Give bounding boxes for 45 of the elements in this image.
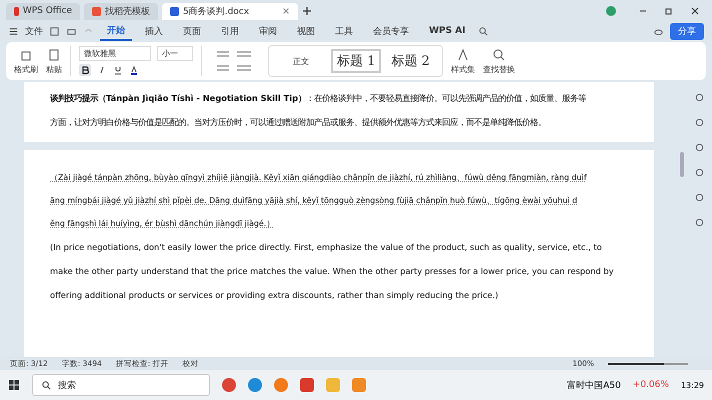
share-button[interactable]: 分享 [670, 22, 704, 40]
style-preset[interactable]: 正文 [277, 54, 325, 68]
find-replace-button[interactable]: 查找替换 [482, 48, 515, 74]
style-preset[interactable]: 标题 2 [387, 51, 434, 71]
paste-button[interactable]: 粘贴 [46, 48, 62, 74]
ribbon-tab[interactable]: 引用 [214, 22, 246, 40]
stock-change: +0.06% [632, 380, 669, 390]
search-icon [41, 380, 52, 390]
stock-name: 富时中国A50 [567, 380, 621, 392]
body-text: make the other party understand that the price matches the value. When the other party presses for a lower price, you can respond by [50, 265, 615, 278]
wps-ai-tab[interactable]: WPS AI [422, 24, 472, 38]
body-text: 谈判技巧提示（Tánpàn Jìqiǎo Tíshì - Negotiation Skill Tip）：在价格谈判中，不要轻易直接降价。可以先强调产品的价值，如质量、服务等 [50, 92, 588, 105]
body-text: 方面，让对方明白价格与价值是匹配的。当对方压价时，可以通过赠送附加产品或服务、提供额外优惠等方式来回应，而不是单纯降低价格。 [50, 116, 547, 129]
body-text: (In price negotiations, don't easily lower the price directly. First, emphasize the value of the product, such as quality, service, etc., to [50, 241, 603, 254]
style-preset[interactable]: 标题 1 [331, 49, 382, 73]
close-icon[interactable] [690, 6, 700, 16]
clock: 13:29 [680, 380, 704, 390]
underline-icon[interactable] [113, 65, 123, 75]
file-menu[interactable]: 文件 [25, 24, 43, 38]
document-tab[interactable]: WPS Office [6, 2, 80, 20]
body-text: offering additional products or services or providing extra discounts, rather than simply reducing the price.) [50, 289, 500, 302]
ribbon-tab[interactable]: 审阅 [252, 22, 284, 40]
restore-icon[interactable] [664, 6, 674, 16]
search-icon [492, 48, 506, 62]
format-painter-button[interactable]: 格式刷 [14, 48, 38, 74]
size-dropdown[interactable]: 小一 [157, 46, 193, 61]
menu-icon[interactable] [8, 26, 19, 36]
style-set-button[interactable]: 样式集 [450, 48, 475, 74]
ribbon-tab[interactable]: 插入 [138, 22, 170, 40]
font-dropdown[interactable]: 微软雅黑 [79, 46, 151, 61]
ribbon-tab[interactable]: 工具 [328, 22, 360, 40]
font-color-icon[interactable] [129, 65, 139, 75]
document-tab[interactable]: 找稻壳模板 [84, 2, 158, 20]
search-icon[interactable] [478, 26, 490, 36]
avatar-icon[interactable] [606, 6, 616, 16]
ribbon-tab[interactable]: 视图 [290, 22, 322, 40]
start-icon[interactable] [8, 379, 20, 391]
scrollbar-thumb[interactable] [680, 152, 684, 177]
ribbon-tab[interactable]: 会员专享 [366, 22, 416, 40]
document-tab[interactable]: 5商务谈判.docx [162, 2, 298, 20]
new-tab-icon[interactable] [302, 6, 312, 16]
bold-button[interactable] [79, 64, 91, 76]
search-field[interactable]: 搜索 [32, 374, 210, 396]
search-placeholder: 搜索 [58, 380, 76, 392]
ribbon-tab[interactable]: 页面 [176, 22, 208, 40]
